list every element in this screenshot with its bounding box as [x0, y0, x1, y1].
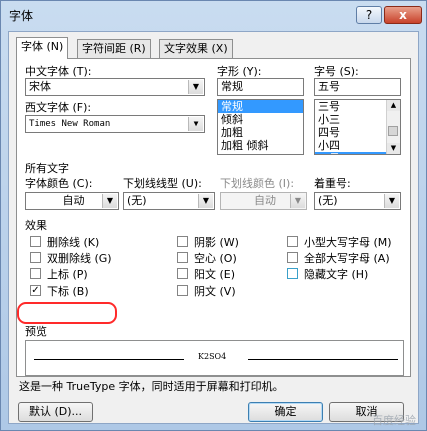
subscript-label: 下标 (B)	[47, 285, 89, 298]
underline-type-label: 下划线线型 (U):	[123, 177, 202, 190]
size-label: 字号 (S):	[314, 65, 359, 78]
preview-text: K2SO4	[198, 352, 227, 361]
west-font-select[interactable]: Times New Roman ▼	[25, 115, 205, 133]
emboss-label: 阳文 (E)	[194, 268, 236, 281]
dialog-client: 字体 (N) 字符间距 (R) 文字效果 (X) 中文字体 (T): 宋体 ▼ …	[8, 31, 419, 424]
engrave-label: 阴文 (V)	[194, 285, 236, 298]
cn-font-select[interactable]: 宋体 ▼	[25, 78, 205, 96]
title-bar[interactable]: 字体 ? x	[1, 1, 426, 31]
emphasis-label: 着重号:	[314, 177, 351, 190]
font-tab-panel: 中文字体 (T): 宋体 ▼ 西文字体 (F): Times New Roman…	[16, 58, 411, 377]
scroll-thumb[interactable]	[388, 126, 398, 136]
style-list-item[interactable]: 加粗 倾斜	[218, 139, 303, 152]
chevron-down-icon[interactable]: ▼	[188, 117, 203, 131]
style-list-item[interactable]: 倾斜	[218, 113, 303, 126]
font-color-label: 字体颜色 (C):	[25, 177, 93, 190]
style-label: 字形 (Y):	[217, 65, 262, 78]
subscript-checkbox[interactable]: ✓	[30, 285, 41, 296]
ok-button[interactable]: 确定	[248, 402, 323, 422]
cn-font-label: 中文字体 (T):	[25, 65, 92, 78]
all-caps-label: 全部大写字母 (A)	[304, 252, 390, 265]
size-list-scrollbar[interactable]: ▲ ▼	[386, 100, 400, 154]
strikethrough-label: 删除线 (K)	[47, 236, 100, 249]
double-strikethrough-label: 双删除线 (G)	[47, 252, 112, 265]
watermark: 百度经验	[372, 414, 416, 427]
style-list-item[interactable]: 加粗	[218, 126, 303, 139]
effects-heading: 效果	[25, 219, 47, 232]
scroll-down-icon[interactable]: ▼	[387, 143, 400, 154]
emboss-checkbox[interactable]	[177, 268, 188, 279]
underline-color-label: 下划线颜色 (I):	[220, 177, 295, 190]
style-list-item[interactable]: 常规	[218, 100, 303, 113]
font-color-select[interactable]: 自动 ▼	[25, 192, 119, 210]
emphasis-value: (无)	[318, 194, 338, 207]
shadow-label: 阴影 (W)	[194, 236, 239, 249]
west-font-value: Times New Roman	[29, 119, 111, 129]
outline-label: 空心 (O)	[194, 252, 237, 265]
emphasis-select[interactable]: (无) ▼	[314, 192, 401, 210]
hidden-text-checkbox[interactable]	[287, 268, 298, 279]
chevron-down-icon[interactable]: ▼	[102, 194, 117, 208]
default-button[interactable]: 默认 (D)...	[18, 402, 93, 422]
all-text-heading: 所有文字	[25, 162, 69, 175]
shadow-checkbox[interactable]	[177, 236, 188, 247]
chevron-down-icon[interactable]: ▼	[198, 194, 213, 208]
underline-type-value: (无)	[127, 194, 147, 207]
subscript-highlight-annotation	[17, 302, 117, 324]
superscript-label: 上标 (P)	[47, 268, 88, 281]
font-dialog: 字体 ? x 字体 (N) 字符间距 (R) 文字效果 (X) 中文字体 (T)…	[0, 0, 427, 431]
chevron-down-icon[interactable]: ▼	[290, 194, 305, 208]
help-button[interactable]: ?	[356, 6, 382, 24]
preview-baseline-left	[34, 359, 184, 360]
preview-baseline-right	[248, 359, 398, 360]
small-caps-label: 小型大写字母 (M)	[304, 236, 392, 249]
strikethrough-checkbox[interactable]	[30, 236, 41, 247]
close-button[interactable]: x	[384, 6, 422, 24]
hidden-text-label: 隐藏文字 (H)	[304, 268, 369, 281]
chevron-down-icon[interactable]: ▼	[188, 80, 203, 94]
superscript-checkbox[interactable]	[30, 268, 41, 279]
size-input[interactable]: 五号	[314, 78, 401, 96]
outline-checkbox[interactable]	[177, 252, 188, 263]
chevron-down-icon[interactable]: ▼	[384, 194, 399, 208]
dialog-title: 字体	[9, 9, 34, 23]
font-info-text: 这是一种 TrueType 字体，同时适用于屏幕和打印机。	[19, 380, 284, 393]
style-input[interactable]: 常规	[217, 78, 304, 96]
tab-effects[interactable]: 文字效果 (X)	[159, 39, 233, 58]
west-font-label: 西文字体 (F):	[25, 101, 92, 114]
underline-color-value: 自动	[254, 194, 276, 207]
tab-spacing[interactable]: 字符间距 (R)	[77, 39, 151, 58]
preview-box: K2SO4	[25, 340, 404, 376]
small-caps-checkbox[interactable]	[287, 236, 298, 247]
double-strikethrough-checkbox[interactable]	[30, 252, 41, 263]
cn-font-value: 宋体	[29, 80, 51, 93]
size-list[interactable]: 三号 小三 四号 小四 五号 ▲ ▼	[314, 99, 401, 155]
scroll-up-icon[interactable]: ▲	[387, 100, 400, 111]
tab-font[interactable]: 字体 (N)	[16, 37, 69, 59]
all-caps-checkbox[interactable]	[287, 252, 298, 263]
style-list[interactable]: 常规 倾斜 加粗 加粗 倾斜	[217, 99, 304, 155]
font-color-value: 自动	[62, 194, 85, 207]
underline-color-select[interactable]: 自动 ▼	[220, 192, 307, 210]
underline-type-select[interactable]: (无) ▼	[123, 192, 215, 210]
engrave-checkbox[interactable]	[177, 285, 188, 296]
preview-heading: 预览	[25, 325, 47, 338]
